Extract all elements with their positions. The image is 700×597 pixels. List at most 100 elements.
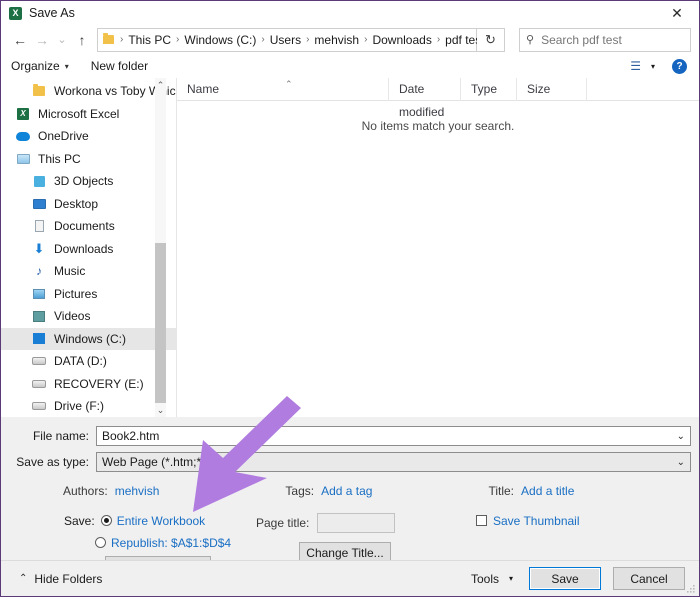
sidebar-item-data-d[interactable]: DATA (D:) <box>1 350 176 373</box>
recent-locations-icon[interactable]: ⌄ <box>53 28 71 52</box>
column-header-name[interactable]: Name ⌃ <box>177 77 389 101</box>
tools-button[interactable]: Tools ▾ <box>471 572 513 586</box>
hide-folders-button[interactable]: ⌃ Hide Folders <box>19 572 102 586</box>
breadcrumb-item-downloads[interactable]: Downloads <box>370 33 433 47</box>
breadcrumb-item-users[interactable]: Users <box>268 33 303 47</box>
save-thumbnail-checkbox[interactable] <box>476 515 487 526</box>
radio-entire-workbook-label[interactable]: Entire Workbook <box>117 514 205 528</box>
sidebar-item-music[interactable]: ♪ Music <box>1 260 176 283</box>
sidebar-item-videos[interactable]: Videos <box>1 305 176 328</box>
sidebar-item-label: Music <box>54 264 86 279</box>
page-title-input[interactable] <box>317 513 396 533</box>
scroll-up-icon[interactable]: ⌃ <box>155 78 166 92</box>
save-thumbnail-label[interactable]: Save Thumbnail <box>493 514 580 528</box>
sidebar-item-microsoft-excel[interactable]: X Microsoft Excel <box>1 103 176 126</box>
save-as-type-label: Save as type: <box>16 455 89 469</box>
breadcrumb-item-this-pc[interactable]: This PC <box>126 33 173 47</box>
breadcrumb[interactable]: › This PC › Windows (C:) › Users › mehvi… <box>97 27 502 52</box>
back-icon[interactable]: ← <box>9 28 31 52</box>
search-input[interactable]: ⚲ Search pdf test <box>519 27 691 52</box>
add-a-tag-link[interactable]: Add a tag <box>321 484 372 498</box>
new-folder-button[interactable]: New folder <box>91 59 148 73</box>
save-as-type-select[interactable]: Web Page (*.htm;*.html) ⌄ <box>96 452 691 472</box>
scrollbar-thumb[interactable] <box>155 243 166 403</box>
window-title: Save As <box>29 6 75 20</box>
chevron-down-icon: ▾ <box>508 574 513 583</box>
sidebar-item-recovery-e[interactable]: RECOVERY (E:) <box>1 373 176 396</box>
breadcrumb-item-mehvish[interactable]: mehvish <box>312 33 361 47</box>
drive-icon <box>31 376 47 392</box>
documents-icon <box>31 218 47 234</box>
radio-row-entire-workbook[interactable]: Save: Entire Workbook <box>64 512 256 529</box>
scroll-down-icon[interactable]: ⌄ <box>155 403 166 417</box>
sidebar-item-documents[interactable]: Documents <box>1 215 176 238</box>
breadcrumb-separator-2: › <box>261 34 265 45</box>
sidebar-item-label: 3D Objects <box>54 174 114 189</box>
drive-icon <box>31 398 47 414</box>
sidebar-item-workona[interactable]: Workona vs Toby Which Chrom <box>1 80 176 103</box>
windows-drive-icon <box>31 331 47 347</box>
sidebar-item-label: Drive (F:) <box>54 399 104 414</box>
forward-icon[interactable]: → <box>31 28 53 52</box>
save-thumbnail-row[interactable]: Save Thumbnail <box>476 512 699 529</box>
add-a-title-link[interactable]: Add a title <box>521 484 574 498</box>
close-icon[interactable]: ✕ <box>655 1 699 25</box>
save-button[interactable]: Save <box>529 567 601 590</box>
excel-icon: X <box>15 106 31 122</box>
file-name-row: File name: Book2.htm ⌄ <box>1 426 699 446</box>
sidebar-item-drive-f[interactable]: Drive (F:) <box>1 395 176 417</box>
sidebar-item-label: RECOVERY (E:) <box>54 376 144 391</box>
chevron-down-icon[interactable]: ⌄ <box>677 457 685 468</box>
breadcrumb-item-windows-c[interactable]: Windows (C:) <box>182 33 258 47</box>
radio-republish[interactable] <box>95 537 106 548</box>
organize-button[interactable]: Organize ▾ <box>11 59 69 73</box>
metadata-row: Authors: mehvish Tags: Add a tag Title: … <box>1 480 699 502</box>
downloads-icon: ⬇ <box>33 240 45 256</box>
sidebar-item-label: Windows (C:) <box>54 331 127 346</box>
column-header-spacer <box>587 78 699 101</box>
sidebar-item-label: OneDrive <box>38 129 89 144</box>
chevron-down-icon[interactable]: ⌄ <box>677 431 685 442</box>
sidebar-scrollbar[interactable]: ⌃ ⌄ <box>155 78 166 417</box>
sidebar-item-label: Downloads <box>54 241 114 256</box>
resize-grip-icon[interactable] <box>686 584 696 594</box>
column-header-date-modified[interactable]: Date modified <box>389 77 461 119</box>
sidebar-list: Workona vs Toby Which Chrom X Microsoft … <box>1 78 176 417</box>
radio-entire-workbook[interactable] <box>100 515 112 526</box>
folder-icon <box>31 83 47 99</box>
sidebar-item-downloads[interactable]: ⬇ Downloads <box>1 238 176 261</box>
breadcrumb-separator-1: › <box>176 34 180 45</box>
radio-row-republish[interactable]: Republish: $A$1:$D$4 <box>95 534 256 551</box>
3d-objects-icon <box>31 173 47 189</box>
refresh-icon[interactable]: ↻ <box>477 27 505 52</box>
sidebar-item-pictures[interactable]: Pictures <box>1 283 176 306</box>
this-pc-icon <box>15 151 31 167</box>
breadcrumb-separator-5: › <box>436 34 441 45</box>
cancel-button[interactable]: Cancel <box>613 567 685 590</box>
sidebar-item-3d-objects[interactable]: 3D Objects <box>1 170 176 193</box>
view-options-button[interactable]: ☰ ▾ <box>630 59 655 73</box>
column-header-size[interactable]: Size <box>517 77 587 101</box>
sidebar-item-label: Documents <box>54 219 115 234</box>
sidebar-item-onedrive[interactable]: OneDrive <box>1 125 176 148</box>
drive-icon <box>31 353 47 369</box>
breadcrumb-separator-4: › <box>364 34 368 45</box>
file-name-input[interactable]: Book2.htm ⌄ <box>96 426 691 446</box>
help-icon[interactable]: ? <box>672 58 687 74</box>
desktop-icon <box>31 196 47 212</box>
sidebar-item-windows-c[interactable]: Windows (C:) <box>1 327 176 350</box>
content-split: Workona vs Toby Which Chrom X Microsoft … <box>1 77 699 417</box>
chevron-down-icon: ▾ <box>64 61 69 71</box>
breadcrumb-separator-0: › <box>120 34 124 45</box>
authors-value[interactable]: mehvish <box>115 484 160 498</box>
sidebar-item-desktop[interactable]: Desktop <box>1 193 176 216</box>
column-header-type[interactable]: Type <box>461 77 517 101</box>
sidebar-item-this-pc[interactable]: This PC <box>1 148 176 171</box>
sidebar-item-label: Desktop <box>54 196 99 211</box>
file-name-value: Book2.htm <box>102 429 160 443</box>
footer-actions: Tools ▾ Save Cancel <box>471 567 685 590</box>
save-as-type-value: Web Page (*.htm;*.html) <box>102 455 232 469</box>
up-icon[interactable]: ↑ <box>71 28 93 52</box>
hide-folders-label: Hide Folders <box>34 571 103 586</box>
radio-republish-label[interactable]: Republish: $A$1:$D$4 <box>111 536 231 550</box>
